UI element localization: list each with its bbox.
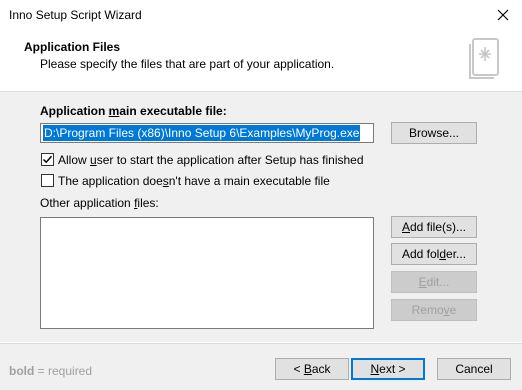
close-button[interactable]	[484, 0, 522, 30]
back-button[interactable]: < Back	[275, 358, 349, 380]
checkmark-icon	[42, 155, 53, 164]
wizard-document-icon	[464, 32, 504, 82]
browse-button[interactable]: Browse...	[391, 122, 477, 144]
edit-button[interactable]: Edit...	[391, 271, 477, 293]
cancel-button[interactable]: Cancel	[437, 358, 511, 380]
main-exe-value: D:\Program Files (x86)\Inno Setup 6\Exam…	[43, 125, 361, 141]
add-files-button[interactable]: Add file(s)...	[391, 216, 477, 238]
required-hint: bold = required	[9, 364, 93, 378]
allow-user-start-checkbox[interactable]	[41, 153, 54, 166]
main-exe-input[interactable]: D:\Program Files (x86)\Inno Setup 6\Exam…	[40, 123, 374, 143]
allow-user-start-label[interactable]: Allow user to start the application afte…	[58, 153, 364, 167]
page-title: Application Files	[24, 40, 121, 54]
window-title: Inno Setup Script Wizard	[9, 8, 142, 22]
next-button[interactable]: Next >	[351, 358, 425, 380]
main-exe-label: Application main executable file:	[40, 104, 227, 118]
page-description: Please specify the files that are part o…	[40, 57, 335, 71]
remove-button[interactable]: Remo v e	[391, 299, 477, 321]
no-main-exe-checkbox[interactable]	[41, 174, 54, 187]
no-main-exe-label[interactable]: The application doesn't have a main exec…	[58, 174, 330, 188]
other-files-label: Other application files:	[40, 196, 159, 210]
close-icon	[497, 9, 509, 21]
other-files-list[interactable]	[40, 217, 374, 329]
add-folder-button[interactable]: Add fol d er...	[391, 243, 477, 265]
